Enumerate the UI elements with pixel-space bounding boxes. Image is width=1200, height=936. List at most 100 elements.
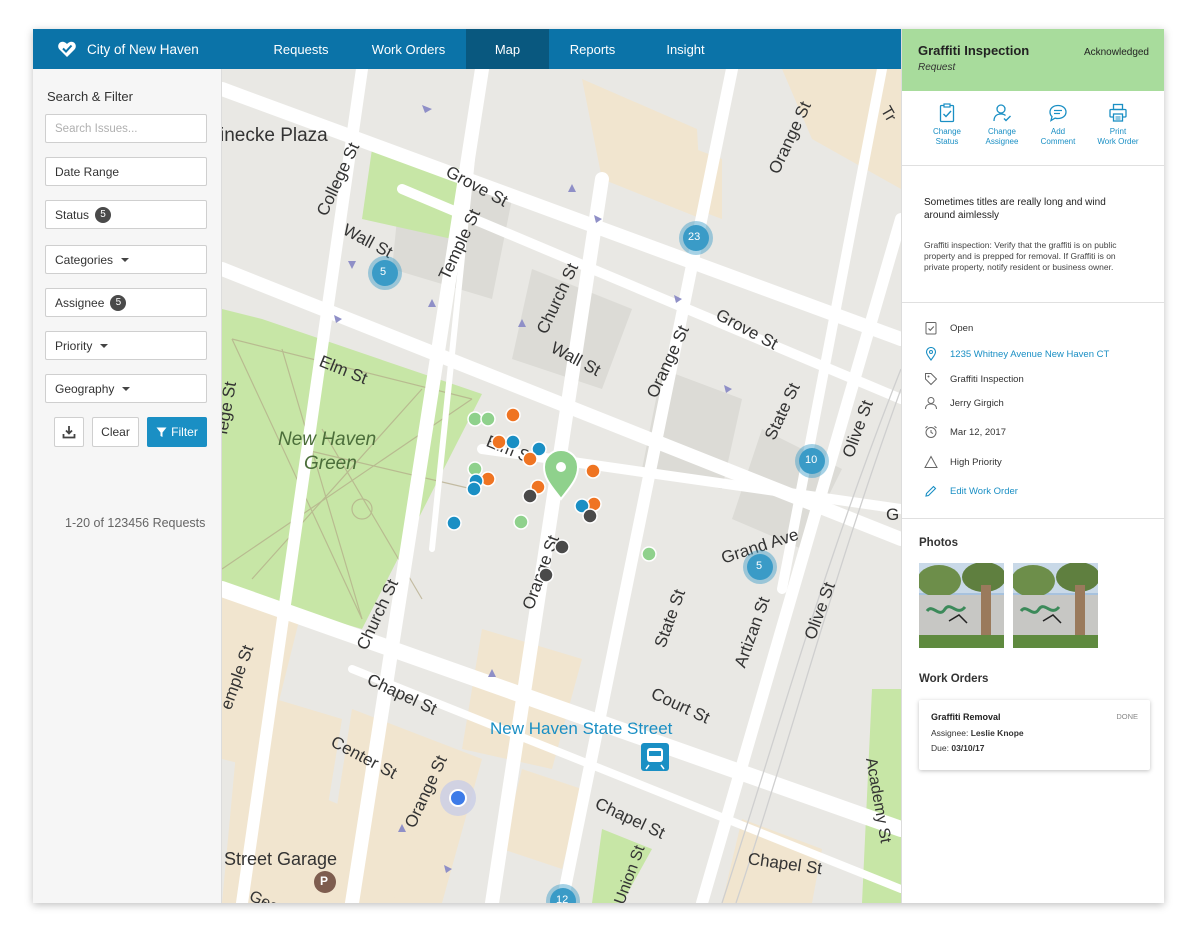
funnel-icon	[156, 427, 167, 437]
description-title: Sometimes titles are really long and win…	[924, 197, 1106, 221]
detail-priority-text: High Priority	[950, 456, 1002, 468]
nav-insight[interactable]: Insight	[636, 29, 735, 69]
clear-label: Clear	[101, 425, 130, 439]
selected-location-pin[interactable]	[542, 449, 580, 501]
map-pin[interactable]	[582, 508, 598, 524]
panel-actions: Change Status Change Assignee Add Commen…	[902, 91, 1164, 166]
map-pin[interactable]	[467, 411, 483, 427]
geography-label: Geography	[55, 381, 115, 396]
map-pin[interactable]	[538, 567, 554, 583]
categories-filter[interactable]: Categories	[45, 245, 207, 274]
due-label: Due:	[931, 743, 949, 753]
nav-requests[interactable]: Requests	[251, 29, 351, 69]
map-pin[interactable]	[522, 451, 538, 467]
assignee-filter[interactable]: Assignee 5	[45, 288, 207, 317]
clear-button[interactable]: Clear	[92, 417, 139, 447]
status-badge: Acknowledged	[1083, 47, 1149, 58]
map-pin[interactable]	[480, 411, 496, 427]
nav-reports[interactable]: Reports	[549, 29, 636, 69]
status-filter[interactable]: Status 5	[45, 200, 207, 229]
assignee-name: Leslie Knope	[970, 728, 1024, 738]
action-label: Add	[1050, 127, 1066, 136]
detail-date-text: Mar 12, 2017	[950, 426, 1006, 438]
map-view[interactable]: inecke Plaza Grove St Grove St Wall St W…	[222, 69, 901, 903]
graffiti-photo	[1013, 563, 1098, 648]
app-window: City of New Haven Requests Work Orders M…	[33, 29, 1164, 903]
map-pin[interactable]	[513, 514, 529, 530]
chevron-down-icon	[100, 343, 109, 348]
filter-button[interactable]: Filter	[147, 417, 207, 447]
map-pin[interactable]	[491, 434, 507, 450]
work-order-due: Due: 03/10/17	[931, 743, 984, 753]
assignee-label: Assignee:	[931, 728, 969, 738]
add-comment-button[interactable]: Add Comment	[1030, 103, 1086, 147]
graffiti-photo	[919, 563, 1004, 648]
issue-pins	[446, 407, 657, 583]
request-details: Open 1235 Whitney Avenue New Haven CT Gr…	[902, 303, 1164, 519]
request-description: Sometimes titles are really long and win…	[902, 166, 1164, 303]
detail-priority: High Priority	[924, 455, 1002, 469]
download-button[interactable]	[54, 417, 84, 447]
cluster-count: 5	[380, 266, 387, 278]
detail-assignee-text: Jerry Girgich	[950, 397, 1004, 409]
priority-filter[interactable]: Priority	[45, 331, 207, 360]
detail-address-text: 1235 Whitney Avenue New Haven CT	[950, 348, 1110, 360]
cluster-count: 23	[688, 231, 701, 243]
change-status-button[interactable]: Change Status	[919, 103, 975, 147]
action-label: Change	[987, 127, 1017, 136]
assignee-count-badge: 5	[110, 294, 127, 311]
photos-title: Photos	[919, 537, 958, 549]
date-range-filter[interactable]: Date Range	[45, 157, 207, 186]
panel-header: Graffiti Inspection Request Acknowledged	[902, 29, 1164, 91]
edit-work-order-link[interactable]: Edit Work Order	[924, 484, 1018, 498]
action-label: Comment	[1040, 137, 1076, 146]
action-label: Print	[1109, 127, 1127, 136]
search-input[interactable]	[55, 122, 206, 135]
action-label: Assignee	[985, 137, 1019, 146]
print-work-order-button[interactable]: Print Work Order	[1090, 103, 1146, 147]
tag-icon	[925, 373, 938, 386]
detail-category: Graffiti Inspection	[924, 372, 1024, 386]
status-label: Status	[55, 207, 90, 222]
person-check-icon	[993, 104, 1011, 122]
map-pin[interactable]	[446, 515, 462, 531]
train-station-icon	[641, 743, 669, 771]
status-count-badge: 5	[95, 206, 112, 223]
date-range-label: Date Range	[55, 164, 120, 179]
photo-thumbnail[interactable]	[919, 563, 1004, 648]
map-pin[interactable]	[554, 539, 570, 555]
geography-filter[interactable]: Geography	[45, 374, 207, 403]
request-type: Request	[918, 62, 956, 73]
top-nav: City of New Haven Requests Work Orders M…	[33, 29, 901, 69]
map-pin[interactable]	[641, 546, 657, 562]
brand[interactable]: City of New Haven	[57, 29, 199, 69]
location-pin-icon	[925, 347, 937, 361]
nav-map[interactable]: Map	[466, 29, 549, 69]
cluster-count: 10	[805, 454, 818, 466]
warning-triangle-icon	[924, 455, 938, 468]
work-order-card[interactable]: Graffiti Removal DONE Assignee: Leslie K…	[919, 700, 1150, 770]
map-pin[interactable]	[505, 434, 521, 450]
map-pin[interactable]	[522, 488, 538, 504]
search-filter-sidebar: Search & Filter Date Range Status 5 Cate…	[33, 69, 222, 903]
map-pin[interactable]	[505, 407, 521, 423]
change-assignee-button[interactable]: Change Assignee	[974, 103, 1030, 147]
detail-address[interactable]: 1235 Whitney Avenue New Haven CT	[924, 347, 1109, 361]
parking-label: P	[320, 874, 329, 888]
clipboard-check-icon	[925, 322, 937, 335]
clipboard-check-icon	[939, 103, 955, 123]
chevron-down-icon	[122, 386, 131, 391]
printer-icon	[1109, 103, 1127, 122]
map-pin[interactable]	[585, 463, 601, 479]
detail-date: Mar 12, 2017	[924, 425, 1006, 439]
photo-thumbnail[interactable]	[1013, 563, 1098, 648]
nav-work-orders[interactable]: Work Orders	[351, 29, 466, 69]
alarm-clock-icon	[925, 425, 937, 438]
detail-category-text: Graffiti Inspection	[950, 373, 1024, 385]
action-label: Work Order	[1097, 137, 1139, 146]
detail-panel: Graffiti Inspection Request Acknowledged…	[901, 29, 1164, 903]
map-pin[interactable]	[466, 481, 482, 497]
map-markers	[314, 221, 829, 903]
cluster-count: 12	[556, 894, 569, 903]
priority-label: Priority	[55, 338, 93, 353]
